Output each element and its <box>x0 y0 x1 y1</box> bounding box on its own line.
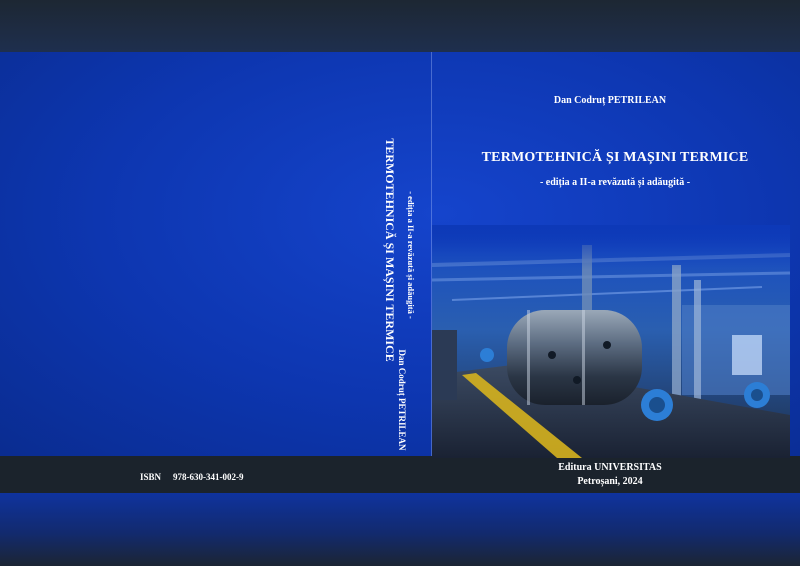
isbn-label: ISBN <box>140 472 162 482</box>
spine-author: Dan Codruț PETRILEAN <box>397 349 407 451</box>
isbn-line: ISBN 978-630-341-002-9 <box>140 472 244 482</box>
front-author: Dan Codruț PETRILEAN <box>553 95 667 106</box>
footer-blue-area <box>0 493 800 566</box>
book-cover: TERMOTEHNICĂ ȘI MAȘINI TERMICE - ediția … <box>0 0 800 566</box>
front-subtitle: - ediția a II-a revăzută și adăugită - <box>539 177 691 188</box>
publisher-place-year: Petroșani, 2024 <box>577 476 643 487</box>
top-band <box>0 0 800 52</box>
publisher-block: Editura UNIVERSITAS Petroșani, 2024 <box>520 461 700 489</box>
publisher-name: Editura UNIVERSITAS <box>558 462 662 473</box>
isbn-number: 978-630-341-002-9 <box>173 472 244 482</box>
front-title: TERMOTEHNICĂ ȘI MAȘINI TERMICE <box>481 150 749 165</box>
industrial-boiler-room-photo <box>432 225 790 458</box>
